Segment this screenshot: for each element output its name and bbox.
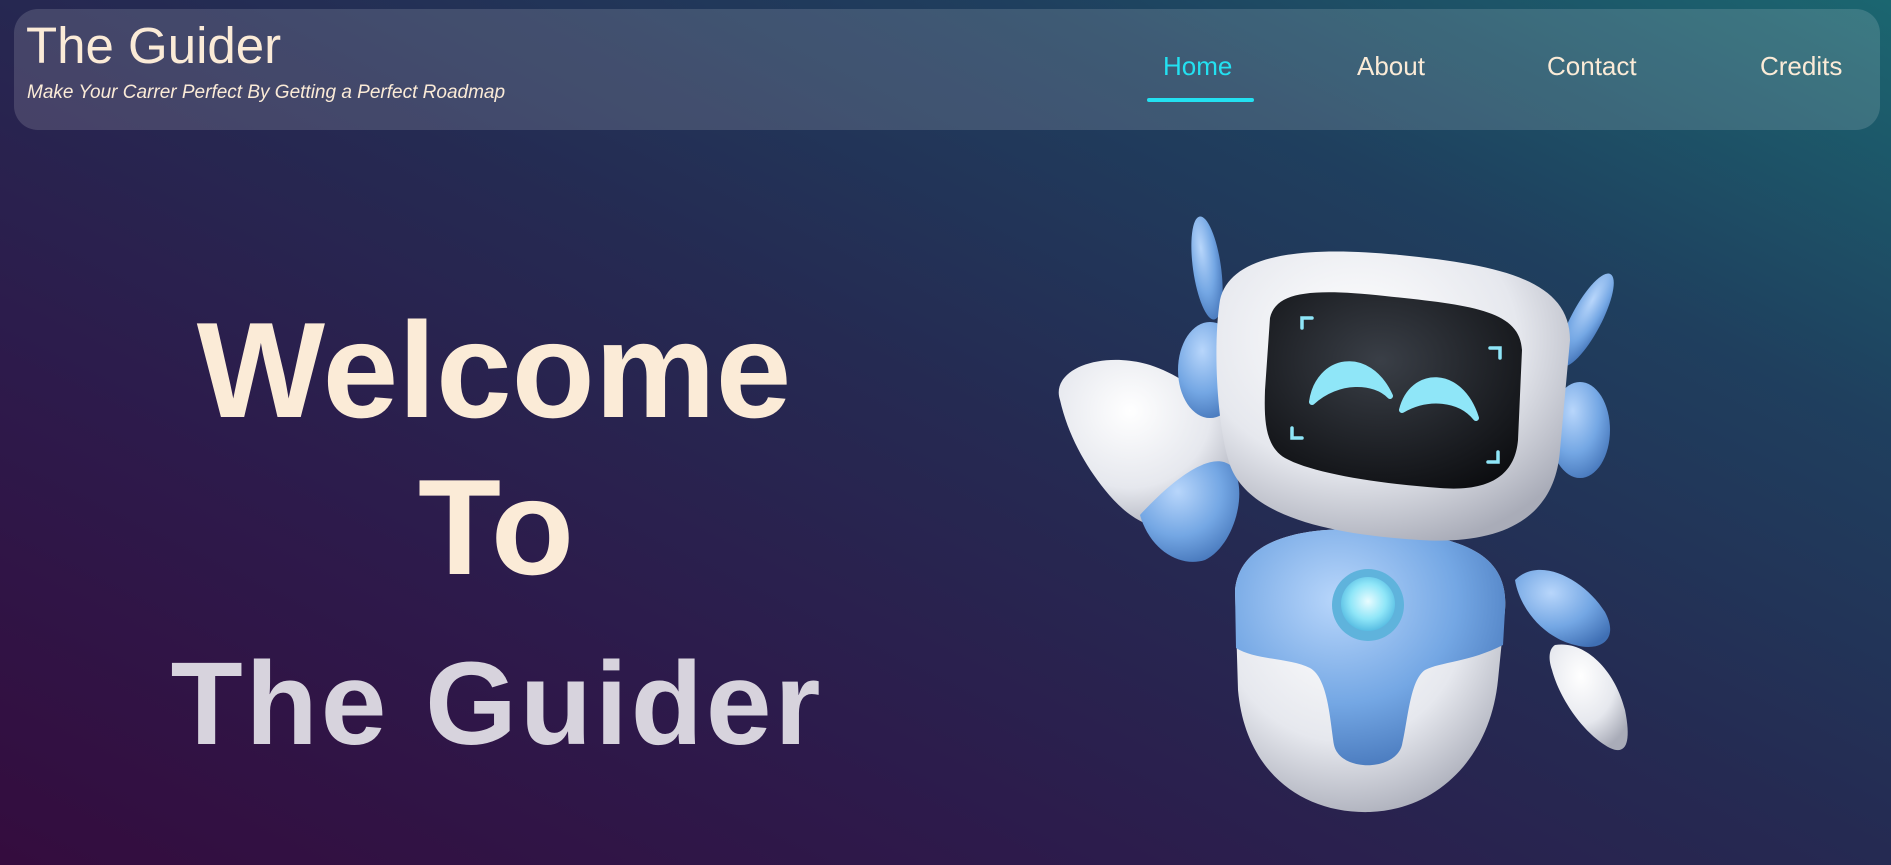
- nav-link-home[interactable]: Home: [1163, 53, 1232, 79]
- hero-welcome-text: Welcome: [196, 294, 792, 446]
- site-tagline: Make Your Carrer Perfect By Getting a Pe…: [27, 82, 506, 103]
- core-light: [1341, 577, 1395, 631]
- nav-active-indicator: [1147, 98, 1254, 102]
- nav-link-about[interactable]: About: [1357, 53, 1425, 79]
- hero-brand-text: The Guider: [170, 638, 824, 770]
- nav-link-credits[interactable]: Credits: [1760, 53, 1842, 79]
- right-arm-lower: [1549, 644, 1628, 751]
- robot-mascot-icon: [1058, 216, 1628, 813]
- nav-link-contact[interactable]: Contact: [1547, 53, 1637, 79]
- site-title: The Guider: [26, 17, 282, 74]
- navbar: The Guider Make Your Carrer Perfect By G…: [14, 9, 1880, 130]
- hero-to-text: To: [417, 451, 575, 603]
- right-arm-upper: [1515, 569, 1611, 647]
